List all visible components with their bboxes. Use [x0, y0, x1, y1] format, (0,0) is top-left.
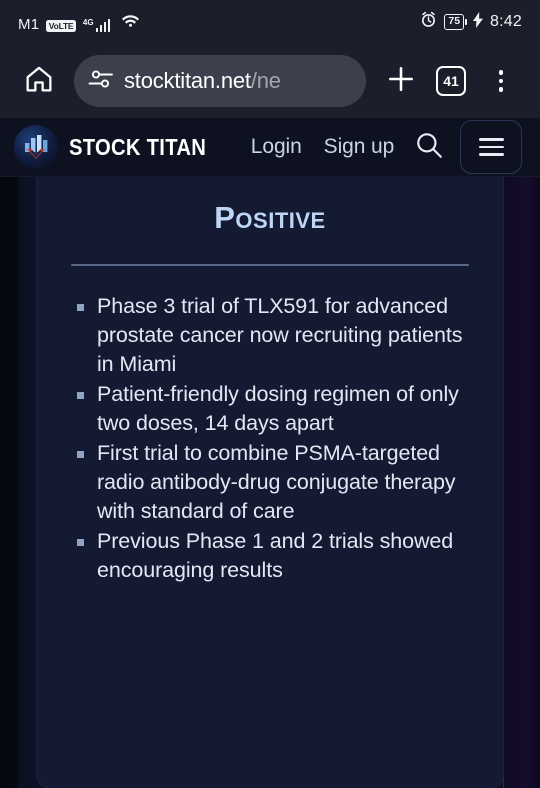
header-search-button[interactable] — [414, 130, 444, 165]
signal-bars-icon: 4G — [82, 17, 111, 32]
browser-toolbar: stocktitan.net/ne 41 — [0, 44, 540, 118]
list-item: Patient-friendly dosing regimen of only … — [71, 380, 469, 438]
stock-titan-logo-icon[interactable] — [14, 125, 58, 169]
plus-icon — [386, 64, 416, 99]
brand-title: STOCK TITAN — [69, 133, 207, 160]
page-content: Positive Phase 3 trial of TLX591 for adv… — [0, 177, 540, 788]
url-domain: stocktitan.net — [124, 68, 251, 93]
page-left-edge — [0, 177, 19, 788]
network-gen-label: 4G — [82, 17, 94, 27]
url-path: /ne — [250, 68, 281, 93]
wifi-icon — [121, 13, 140, 32]
positive-bullet-list: Phase 3 trial of TLX591 for advanced pro… — [71, 292, 469, 585]
page-right-edge — [504, 177, 540, 788]
header-menu-button[interactable] — [460, 120, 523, 174]
list-item: Previous Phase 1 and 2 trials showed enc… — [71, 527, 469, 585]
status-bar: M1 VoLTE 4G 75 8:42 — [0, 0, 540, 44]
list-item: First trial to combine PSMA-targeted rad… — [71, 439, 469, 526]
home-button[interactable] — [16, 58, 62, 104]
url-bar[interactable]: stocktitan.net/ne — [74, 55, 366, 107]
battery-indicator: 75 — [444, 14, 465, 30]
positive-card: Positive Phase 3 trial of TLX591 for adv… — [36, 177, 504, 788]
volte-badge: VoLTE — [46, 20, 76, 32]
signup-link[interactable]: Sign up — [324, 135, 395, 159]
positive-divider — [71, 264, 469, 266]
status-bar-right: 75 8:42 — [420, 11, 522, 33]
new-tab-button[interactable] — [378, 58, 424, 104]
search-icon — [414, 130, 444, 165]
charging-bolt-icon — [473, 11, 484, 33]
list-item: Phase 3 trial of TLX591 for advanced pro… — [71, 292, 469, 379]
home-icon — [24, 64, 54, 99]
tab-count-badge: 41 — [436, 66, 466, 96]
tune-sliders-icon[interactable] — [88, 68, 114, 95]
carrier-label: M1 — [18, 15, 40, 33]
clock-label: 8:42 — [490, 13, 522, 30]
status-bar-left: M1 VoLTE 4G — [18, 13, 140, 32]
tab-switcher-button[interactable]: 41 — [428, 58, 474, 104]
url-text[interactable]: stocktitan.net/ne — [124, 68, 281, 94]
browser-menu-button[interactable] — [478, 58, 524, 104]
site-header: STOCK TITAN Login Sign up — [0, 118, 540, 177]
signal-bar-group — [95, 18, 111, 32]
hamburger-menu-icon — [478, 138, 504, 156]
positive-title: Positive — [214, 200, 326, 235]
three-dot-menu-icon — [498, 70, 504, 92]
header-nav: Login Sign up — [251, 135, 395, 159]
alarm-clock-icon — [420, 11, 437, 33]
login-link[interactable]: Login — [251, 135, 302, 159]
